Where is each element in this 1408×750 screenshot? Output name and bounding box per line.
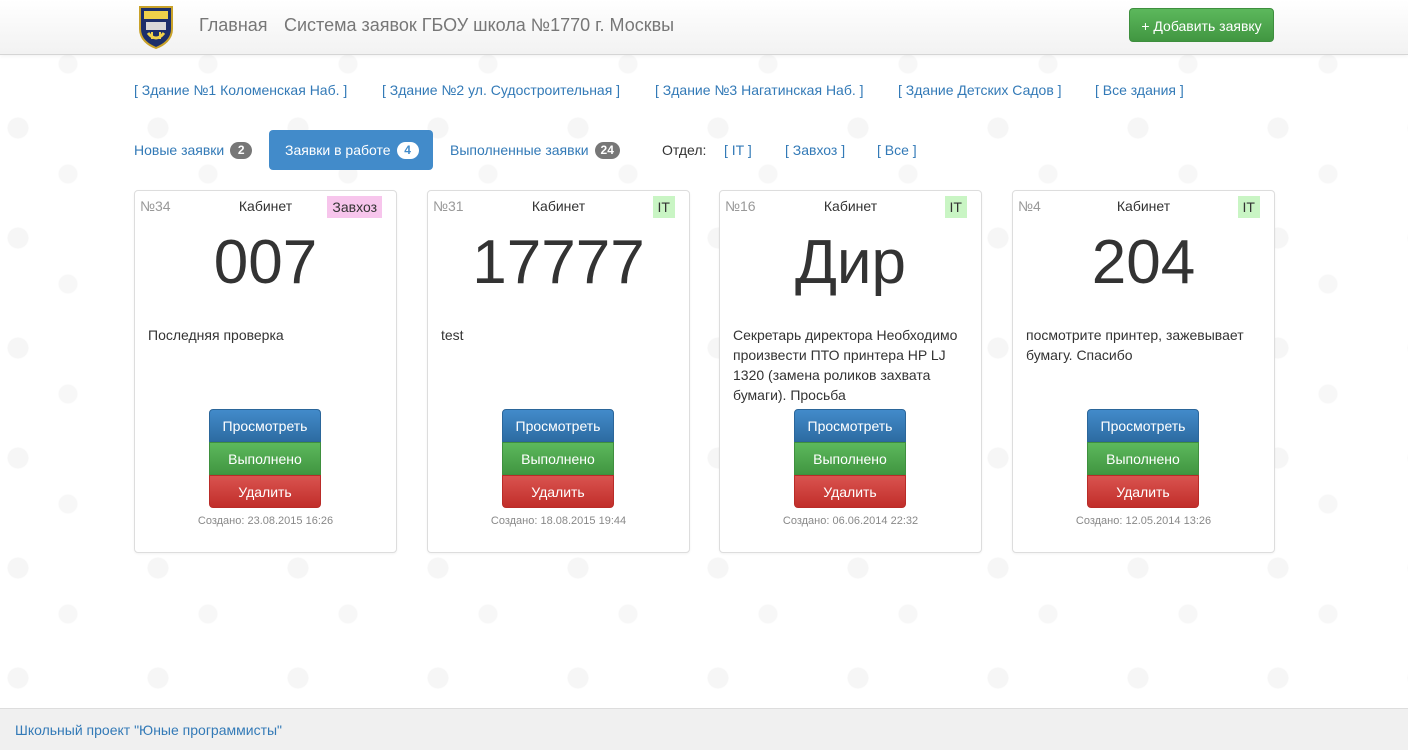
- view-button[interactable]: Просмотреть: [794, 409, 906, 442]
- room-number: 17777: [472, 228, 645, 297]
- building-link-all[interactable]: [ Все здания ]: [1095, 82, 1184, 98]
- room-number: Дир: [794, 228, 907, 297]
- status-tabs: Новые заявки 2 Заявки в работе 4 Выполненн…: [0, 130, 1408, 170]
- building-link-2[interactable]: [ Здание №2 ул. Судостроительная ]: [382, 82, 620, 98]
- department-tag: Завхоз: [327, 196, 382, 218]
- department-link-it[interactable]: [ IT ]: [724, 130, 752, 170]
- created-timestamp: Создано: 06.06.2014 22:32: [782, 515, 919, 527]
- request-card: №16 Кабинет IT Дир Секретарь директора Н…: [719, 190, 982, 553]
- done-button[interactable]: Выполнено: [794, 442, 906, 475]
- request-description: посмотрите принтер, зажевывает бумагу. С…: [1026, 327, 1244, 363]
- department-link-zavhoz[interactable]: [ Завхоз ]: [785, 130, 845, 170]
- request-card: №4 Кабинет IT 204 посмотрите принтер, за…: [1012, 190, 1275, 553]
- created-timestamp: Создано: 23.08.2015 16:26: [197, 515, 334, 527]
- view-button[interactable]: Просмотреть: [1087, 409, 1199, 442]
- request-description: Секретарь директора Необходимо произвест…: [733, 327, 958, 403]
- tab-label: Выполненные заявки: [450, 142, 589, 158]
- done-button[interactable]: Выполнено: [502, 442, 614, 475]
- department-tag: IT: [652, 196, 675, 218]
- request-card: №31 Кабинет IT 17777 test Просмотреть Вы…: [427, 190, 690, 553]
- buildings-filter: [ Здание №1 Коломенская Наб. ] [ Здание …: [0, 82, 1408, 102]
- room-label: Кабинет: [531, 198, 586, 214]
- count-badge: 24: [594, 142, 620, 159]
- tab-new[interactable]: Новые заявки 2: [134, 130, 253, 170]
- room-number: 007: [213, 228, 318, 297]
- delete-button[interactable]: Удалить: [209, 475, 321, 508]
- navbar: Главная Система заявок ГБОУ школа №1770 …: [0, 0, 1408, 55]
- view-button[interactable]: Просмотреть: [209, 409, 321, 442]
- department-tag: IT: [944, 196, 967, 218]
- created-timestamp: Создано: 18.08.2015 19:44: [490, 515, 627, 527]
- room-number: 204: [1091, 228, 1196, 297]
- add-request-button[interactable]: + Добавить заявку: [1129, 8, 1274, 42]
- footer: Школьный проект "Юные программисты": [0, 708, 1408, 750]
- delete-button[interactable]: Удалить: [794, 475, 906, 508]
- tab-in-progress[interactable]: Заявки в работе 4: [269, 130, 433, 170]
- school-crest-icon[interactable]: [138, 5, 174, 50]
- department-tag: IT: [1237, 196, 1260, 218]
- department-label: Отдел:: [662, 142, 707, 158]
- created-timestamp: Создано: 12.05.2014 13:26: [1075, 515, 1212, 527]
- count-badge: 4: [396, 142, 419, 159]
- delete-button[interactable]: Удалить: [502, 475, 614, 508]
- tab-completed[interactable]: Выполненные заявки 24: [450, 130, 620, 170]
- done-button[interactable]: Выполнено: [209, 442, 321, 475]
- request-card: №34 Кабинет Завхоз 007 Последняя проверк…: [134, 190, 397, 553]
- building-link-1[interactable]: [ Здание №1 Коломенская Наб. ]: [134, 82, 347, 98]
- view-button[interactable]: Просмотреть: [502, 409, 614, 442]
- building-link-kindergarten[interactable]: [ Здание Детских Садов ]: [898, 82, 1062, 98]
- delete-button[interactable]: Удалить: [1087, 475, 1199, 508]
- tab-label: Заявки в работе: [285, 142, 391, 158]
- system-title: Система заявок ГБОУ школа №1770 г. Москв…: [284, 15, 675, 35]
- footer-project-link[interactable]: Школьный проект "Юные программисты": [15, 722, 282, 738]
- department-link-all[interactable]: [ Все ]: [877, 130, 917, 170]
- count-badge: 2: [230, 142, 253, 159]
- request-description: Последняя проверка: [148, 327, 284, 343]
- done-button[interactable]: Выполнено: [1087, 442, 1199, 475]
- home-link[interactable]: Главная: [199, 15, 268, 36]
- request-description: test: [441, 327, 464, 343]
- tab-label: Новые заявки: [134, 142, 225, 158]
- building-link-3[interactable]: [ Здание №3 Нагатинская Наб. ]: [655, 82, 864, 98]
- room-label: Кабинет: [1116, 198, 1171, 214]
- room-label: Кабинет: [823, 198, 878, 214]
